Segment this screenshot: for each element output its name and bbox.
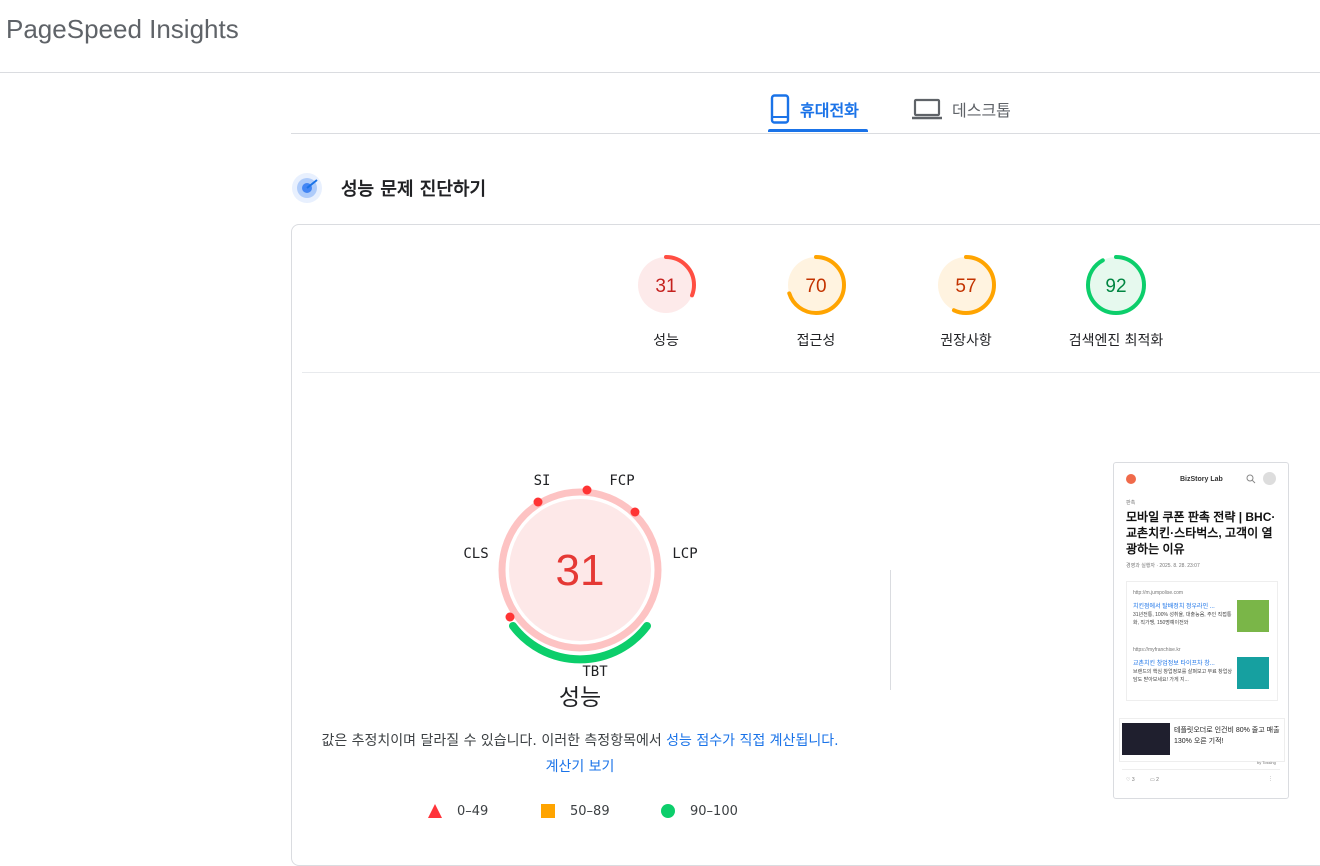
gauge-value: 31 [655,276,676,297]
search-icon [1246,474,1256,484]
legend-pass: 90–100 [660,803,738,819]
gauge-ring: 92 [1086,255,1146,315]
gauge-ring: 31 [636,255,696,315]
performance-metric-gauge: SI FCP LCP TBT CLS 31 [463,473,697,680]
footer-divider [1122,769,1280,770]
score-note: 값은 추정치이며 달라질 수 있습니다. 이러한 측정항목에서 성능 점수가 직… [320,728,840,780]
calculator-link[interactable]: 계산기 보기 [546,759,615,775]
section-header: 성능 문제 진단하기 [291,172,486,204]
tab-desktop[interactable]: 데스크톱 [912,86,1011,132]
section-title: 성능 문제 진단하기 [341,179,487,200]
post-title: 모바일 쿠폰 판촉 전략 | BHC·교촌치킨·스타벅스, 고객이 열광하는 이… [1126,510,1276,556]
triangle-icon [428,804,442,818]
gauge-seo[interactable]: 92 검색엔진 최적화 [1051,254,1181,350]
site-brand: BizStory Lab [1180,476,1223,483]
metric-label-cls: CLS [463,546,488,562]
radar-icon [292,173,322,203]
likes-count: ♡ 3 [1126,777,1135,783]
si-marker [533,497,543,507]
gauge-accessibility[interactable]: 70 접근성 [751,254,881,350]
likes-value: 3 [1131,777,1135,783]
note-text: 값은 추정치이며 달라질 수 있습니다. 이러한 측정항목에서 [321,733,667,749]
ad2-image [1237,657,1269,689]
ad1-desc: 31년전통, 100% 성취율, 대출능음, 주인 직접통화, 직가맹, 150… [1133,612,1232,626]
gauge-ring: 57 [936,255,996,315]
comments-count: ▭ 2 [1150,777,1159,783]
gauge-value: 57 [955,276,976,297]
ad2-desc: 브랜드의 핵심 창업정보를 살펴보고 무료 창업상담도 받아보세요! 가게 지.… [1133,669,1232,683]
page-screenshot: BizStory Lab 판촉 모바일 쿠폰 판촉 전략 | BHC·교촌치킨·… [1113,462,1289,799]
active-tab-indicator [768,129,868,132]
lcp-marker [630,507,640,517]
post-category: 판촉 [1126,500,1136,506]
performance-title: 성능 [558,685,602,711]
ad3-image [1122,723,1170,755]
ad2-url: https://myfranchise.kr [1133,647,1181,653]
legend-average: 50–89 [540,803,610,819]
fcp-marker [582,485,592,495]
legend-fail: 0–49 [427,803,488,819]
comments-value: 2 [1156,777,1159,783]
ad1-url: http://m.jumpolise.com [1133,590,1184,596]
post-byline: 경영과 실행자 · 2025. 8. 28. 23:07 [1126,563,1200,569]
tab-desktop-label: 데스크톱 [952,101,1011,120]
avatar [1263,472,1276,485]
square-icon [541,804,555,818]
ad2-title: 교촌치킨 창업정보 타이프차 창... [1133,661,1215,667]
app-title[interactable]: PageSpeed Insights [6,14,239,45]
gauge-label: 검색엔진 최적화 [1068,333,1164,349]
performance-score: 31 [556,546,605,595]
ad3-by: by Tossing [1257,760,1276,765]
gauge-ring: 70 [786,255,846,315]
card-divider [302,372,1320,373]
site-logo-icon [1126,474,1136,484]
laptop-icon [912,98,942,120]
gauge-value: 70 [805,276,826,297]
gauge-label: 권장사항 [940,333,992,349]
gauge-label: 성능 [653,333,679,349]
more-icon: ⋮ [1268,776,1273,782]
gauge-value: 92 [1105,276,1126,297]
legend-average-range: 50–89 [570,803,610,819]
ad1-image [1237,600,1269,632]
legend-fail-range: 0–49 [457,803,489,819]
circle-icon [661,804,675,818]
metric-label-lcp: LCP [672,546,697,562]
metric-label-fcp: FCP [609,473,634,489]
score-calc-link[interactable]: 성능 점수가 직접 계산됩니다. [666,733,838,749]
tab-mobile-label: 휴대전화 [800,101,859,120]
mobile-phone-icon [770,94,790,124]
gauge-label: 접근성 [796,333,836,349]
tab-mobile[interactable]: 휴대전화 [770,86,859,132]
legend-pass-range: 90–100 [690,803,738,819]
metric-label-si: SI [534,473,551,489]
gauge-best-practices[interactable]: 57 권장사항 [901,254,1031,350]
tabs-divider [291,133,1320,134]
cls-marker [505,612,515,622]
gauge-performance[interactable]: 31 성능 [601,254,731,350]
vertical-divider [890,570,891,690]
ad1-title: 치킨점에서 탈배정치 정우라인 ... [1133,604,1215,610]
ad3-text: 테플릿오더로 인건비 80% 줄고 매출 130% 오른 기적! [1174,727,1280,745]
